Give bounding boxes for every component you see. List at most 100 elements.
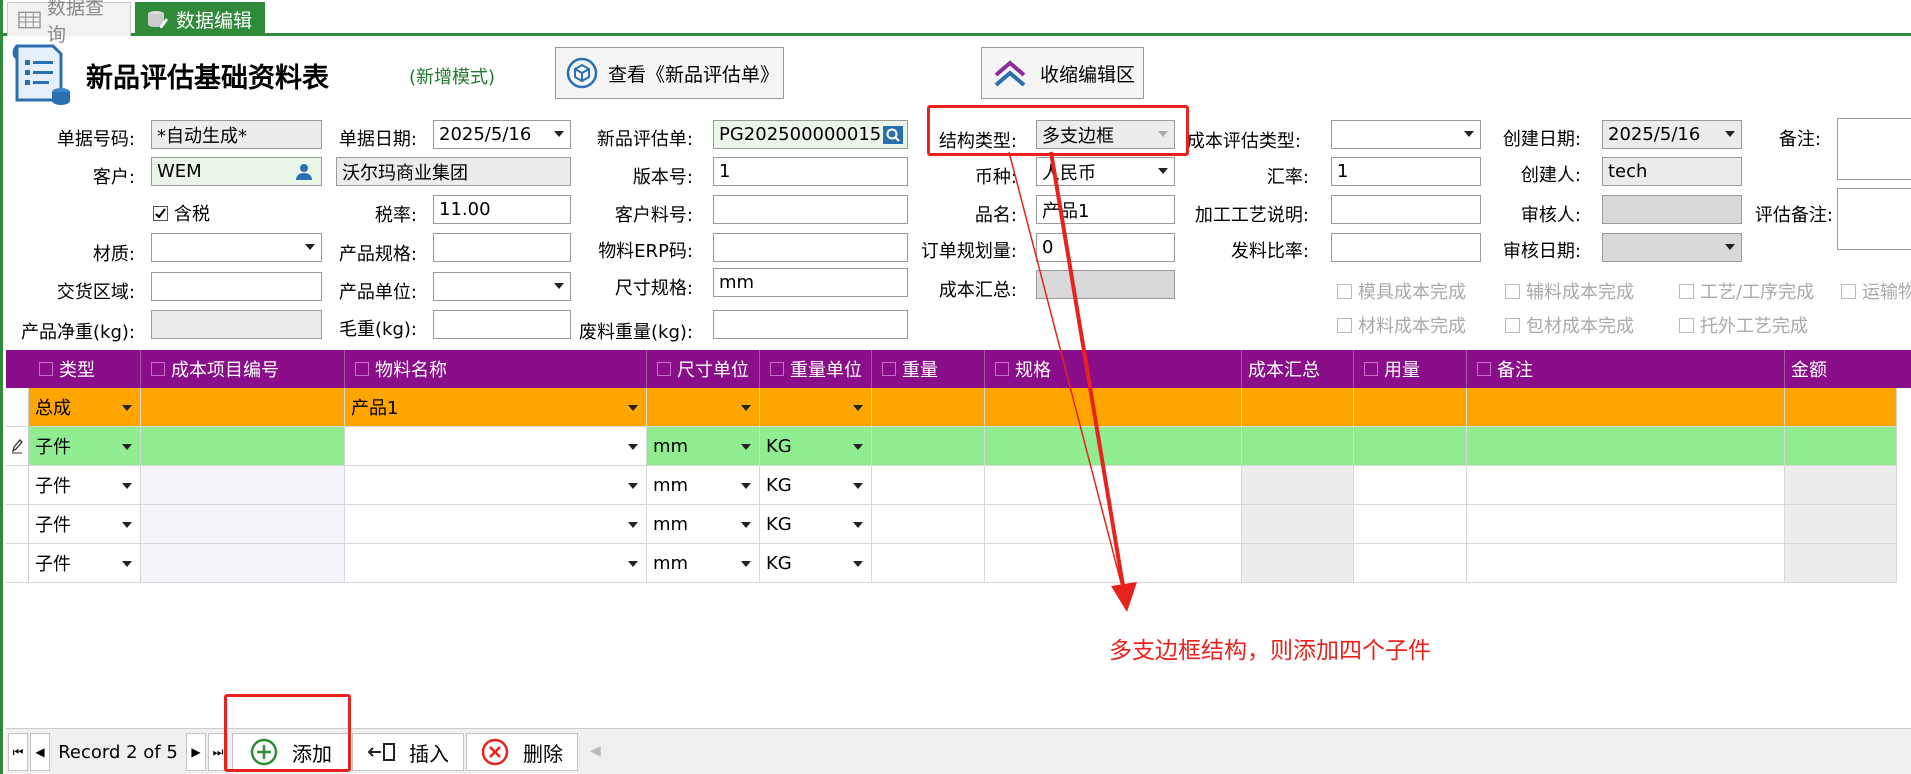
chevron-down-icon[interactable] [853, 405, 863, 411]
col-item-no[interactable]: 成本项目编号 [141, 350, 345, 388]
prev-record-button[interactable]: ◀ [30, 733, 50, 771]
chevron-down-icon[interactable] [741, 405, 751, 411]
insert-button[interactable]: 插入 [352, 733, 464, 771]
chevron-down-icon[interactable] [305, 244, 315, 250]
cust-part-field[interactable] [713, 195, 908, 224]
gross-weight-field[interactable] [433, 310, 571, 339]
cell-material[interactable]: 产品1 [345, 388, 647, 427]
check-outsource[interactable]: 托外工艺完成 [1679, 312, 1808, 338]
table-row[interactable]: 子件 mm KG [6, 466, 1897, 505]
cell-weight-unit[interactable]: KG [760, 505, 872, 544]
cell-remark[interactable] [1467, 544, 1785, 583]
cell-usage[interactable] [1354, 544, 1467, 583]
col-size-unit[interactable]: 尺寸单位 [647, 350, 760, 388]
cell-usage[interactable] [1354, 388, 1467, 427]
eval-remark-field[interactable] [1837, 188, 1911, 250]
cell-weight[interactable] [872, 544, 985, 583]
unit-field[interactable] [433, 272, 571, 301]
remark-field[interactable] [1837, 118, 1911, 180]
user-icon[interactable] [295, 163, 313, 181]
cell-material[interactable] [345, 466, 647, 505]
cell-item-no[interactable] [141, 466, 345, 505]
cell-type[interactable]: 总成 [29, 388, 141, 427]
cell-size-unit[interactable]: mm [647, 427, 760, 466]
chevron-down-icon[interactable] [628, 522, 638, 528]
cell-weight[interactable] [872, 466, 985, 505]
view-eval-button[interactable]: 查看《新品评估单》 [555, 47, 784, 99]
col-weight-unit[interactable]: 重量单位 [760, 350, 872, 388]
material-field[interactable] [151, 233, 322, 262]
chevron-down-icon[interactable] [122, 522, 132, 528]
cell-weight-unit[interactable]: KG [760, 544, 872, 583]
chevron-down-icon[interactable] [628, 444, 638, 450]
cell-weight-unit[interactable]: KG [760, 427, 872, 466]
chevron-down-icon[interactable] [122, 483, 132, 489]
table-row[interactable]: 子件 mm KG [6, 544, 1897, 583]
tab-data-edit[interactable]: 数据编辑 [135, 2, 265, 36]
tax-rate-field[interactable]: 11.00 [433, 195, 571, 224]
issue-ratio-field[interactable] [1331, 233, 1481, 262]
chevron-down-icon[interactable] [853, 444, 863, 450]
eval-no-field[interactable]: PG202500000015 [713, 120, 908, 149]
spec-field[interactable] [433, 233, 571, 262]
chevron-down-icon[interactable] [628, 483, 638, 489]
check-material-cost[interactable]: 材料成本完成 [1337, 312, 1466, 338]
cell-remark[interactable] [1467, 388, 1785, 427]
cell-usage[interactable] [1354, 505, 1467, 544]
cell-remark[interactable] [1467, 427, 1785, 466]
tax-checkbox[interactable]: 含税 [153, 200, 210, 226]
size-spec-field[interactable]: mm [713, 268, 908, 297]
next-record-button[interactable]: ▶ [186, 733, 206, 771]
cell-usage[interactable] [1354, 427, 1467, 466]
cell-type[interactable]: 子件 [29, 505, 141, 544]
process-desc-field[interactable] [1331, 195, 1481, 224]
customer-field[interactable]: WEM [151, 157, 322, 186]
chevron-down-icon[interactable] [741, 522, 751, 528]
search-icon[interactable] [883, 126, 903, 144]
chevron-down-icon[interactable] [554, 131, 564, 137]
chevron-down-icon[interactable] [1464, 131, 1474, 137]
cell-size-unit[interactable] [647, 388, 760, 427]
delete-button[interactable]: 删除 [466, 733, 578, 771]
cell-size-unit[interactable]: mm [647, 505, 760, 544]
version-field[interactable]: 1 [713, 157, 908, 186]
scroll-left-icon[interactable]: ◀ [590, 743, 601, 759]
col-weight[interactable]: 重量 [872, 350, 985, 388]
tab-data-query[interactable]: 数据查询 [7, 0, 131, 46]
chevron-down-icon[interactable] [122, 561, 132, 567]
cell-weight[interactable] [872, 505, 985, 544]
cell-type[interactable]: 子件 [29, 544, 141, 583]
check-mold-cost[interactable]: 模具成本完成 [1337, 278, 1466, 304]
chevron-down-icon[interactable] [554, 283, 564, 289]
scrap-weight-field[interactable] [713, 310, 908, 339]
table-row[interactable]: 子件 mm KG [6, 427, 1897, 466]
chevron-down-icon[interactable] [741, 483, 751, 489]
cell-type[interactable]: 子件 [29, 427, 141, 466]
cell-remark[interactable] [1467, 466, 1785, 505]
collapse-edit-button[interactable]: 收缩编辑区 [981, 47, 1144, 99]
cell-item-no[interactable] [141, 505, 345, 544]
cell-weight-unit[interactable] [760, 388, 872, 427]
chevron-down-icon[interactable] [122, 444, 132, 450]
table-row[interactable]: 总成 产品1 [6, 388, 1897, 427]
cost-eval-type-field[interactable] [1331, 120, 1481, 149]
col-remark[interactable]: 备注 [1467, 350, 1785, 388]
col-amount[interactable]: 金额 [1785, 350, 1911, 388]
cell-item-no[interactable] [141, 544, 345, 583]
check-transport[interactable]: 运输物 [1841, 278, 1911, 304]
chevron-down-icon[interactable] [628, 405, 638, 411]
chevron-down-icon[interactable] [853, 522, 863, 528]
chevron-down-icon[interactable] [853, 483, 863, 489]
rate-field[interactable]: 1 [1331, 157, 1481, 186]
cell-remark[interactable] [1467, 505, 1785, 544]
cell-item-no[interactable] [141, 388, 345, 427]
cell-size-unit[interactable]: mm [647, 466, 760, 505]
cell-material[interactable] [345, 544, 647, 583]
cell-weight[interactable] [872, 427, 985, 466]
cell-material[interactable] [345, 505, 647, 544]
chevron-down-icon[interactable] [628, 561, 638, 567]
chevron-down-icon[interactable] [122, 405, 132, 411]
table-row[interactable]: 子件 mm KG [6, 505, 1897, 544]
cell-size-unit[interactable]: mm [647, 544, 760, 583]
col-type[interactable]: 类型 [29, 350, 141, 388]
